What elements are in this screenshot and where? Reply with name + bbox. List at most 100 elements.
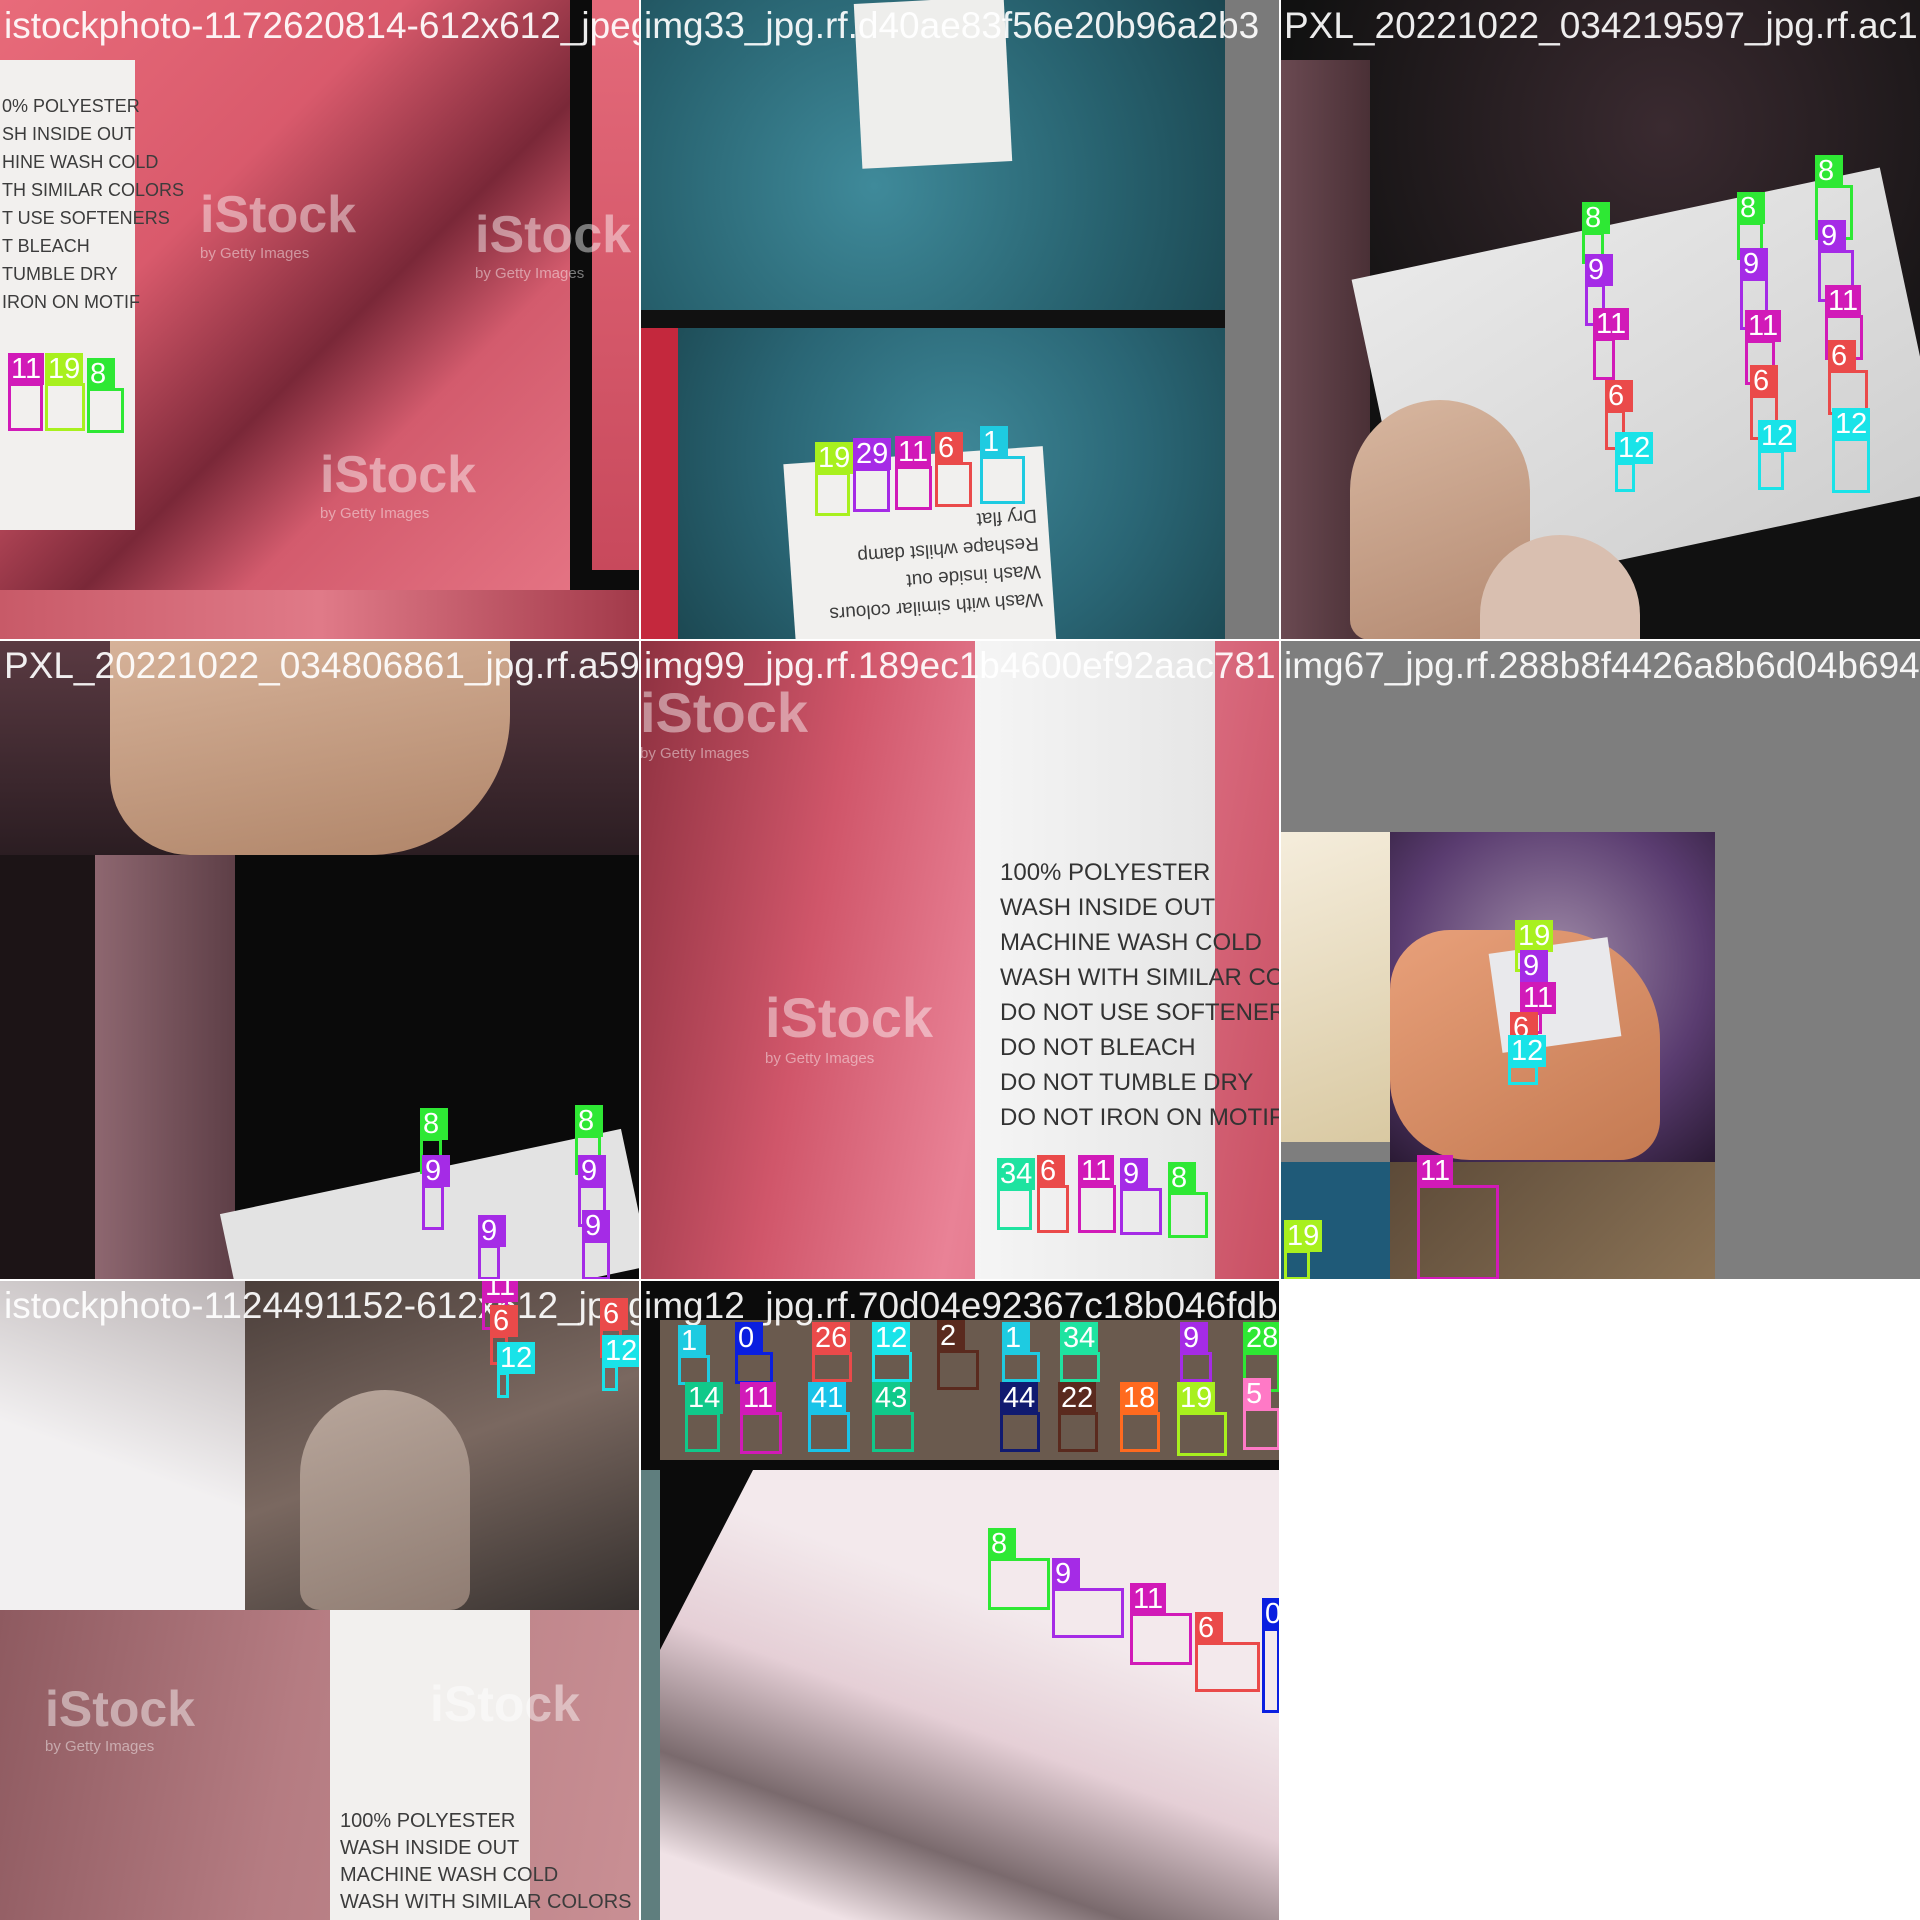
detection-box: 43 xyxy=(872,1382,914,1452)
label-line: IRON ON MOTIF xyxy=(2,292,140,312)
watermark: iStock by Getty Images xyxy=(320,446,477,522)
detection-box: 6 xyxy=(1037,1155,1069,1233)
tile-3: PXL_20221022_034806861_jpg.rf.a599c 8 9 … xyxy=(0,640,640,1280)
detection-box: 9 xyxy=(1180,1322,1212,1382)
detection-label: 6 xyxy=(490,1305,518,1337)
grid-divider xyxy=(639,0,641,1920)
watermark: iStock by Getty Images xyxy=(475,206,632,282)
label-line: HINE WASH COLD xyxy=(2,152,159,172)
detection-box: 9 xyxy=(1052,1558,1124,1638)
detection-label: 41 xyxy=(808,1382,847,1414)
detection-box: 11 xyxy=(740,1382,782,1454)
detection-label: 9 xyxy=(478,1215,506,1247)
detection-label: 19 xyxy=(1177,1382,1216,1414)
detection-label: 28 xyxy=(1243,1322,1280,1354)
detection-box: 8 xyxy=(1168,1162,1208,1238)
detection-label: 19 xyxy=(815,442,854,474)
label-line: TUMBLE DRY xyxy=(2,264,118,284)
detection-box: 44 xyxy=(1000,1382,1040,1452)
detection-label: 9 xyxy=(1740,248,1768,280)
detection-label: 44 xyxy=(1000,1382,1039,1414)
watermark: iStock by Getty Images xyxy=(640,681,809,762)
detection-label: 2 xyxy=(937,1320,965,1352)
detection-label: 11 xyxy=(1520,982,1557,1014)
detection-label: 6 xyxy=(1037,1155,1065,1187)
detection-box: 2 xyxy=(937,1320,979,1390)
detection-label: 8 xyxy=(1582,202,1610,234)
detection-label: 11 xyxy=(8,353,45,385)
detection-label: 11 xyxy=(1745,310,1782,342)
photo-left xyxy=(1280,832,1390,1142)
detection-box: 1 xyxy=(980,426,1025,504)
detection-label: 8 xyxy=(988,1528,1016,1560)
detection-box: 1 xyxy=(1002,1322,1040,1382)
detection-label: 9 xyxy=(1818,220,1846,252)
detection-label: 8 xyxy=(1815,155,1843,187)
label-line: TH SIMILAR COLORS xyxy=(2,180,185,200)
label-line: DO NOT TUMBLE DRY xyxy=(1000,1069,1254,1096)
detection-box: 5 xyxy=(1243,1378,1280,1450)
detection-box: 11 xyxy=(8,353,45,431)
detection-box: 9 xyxy=(582,1210,610,1280)
label-line: DO NOT BLEACH xyxy=(1000,1034,1196,1061)
detection-label: 8 xyxy=(420,1108,448,1140)
tile-title: istockphoto-1172620814-612x612_jpeg_jpg.… xyxy=(4,5,640,46)
detection-label: 6 xyxy=(935,432,963,464)
detection-label: 12 xyxy=(602,1335,640,1367)
detection-label: 26 xyxy=(812,1322,851,1354)
detection-label: 9 xyxy=(1052,1558,1080,1590)
label-line: DO NOT USE SOFTENERS xyxy=(1000,999,1280,1026)
detection-label: 12 xyxy=(1615,432,1654,464)
detection-box: 26 xyxy=(812,1322,852,1382)
tile-6: 100% POLYESTER WASH INSIDE OUT MACHINE W… xyxy=(0,1280,640,1920)
detection-box: 0 xyxy=(735,1322,773,1384)
paper-photo xyxy=(0,1280,245,1610)
detection-label: 9 xyxy=(578,1155,606,1187)
detection-label: 18 xyxy=(1120,1382,1159,1414)
detection-box: 18 xyxy=(1120,1382,1160,1452)
watermark: iStock by Getty Images xyxy=(45,1681,196,1755)
detection-box: 22 xyxy=(1058,1382,1098,1452)
detection-box: 12 xyxy=(1758,420,1797,490)
detection-box: 9 xyxy=(1120,1158,1162,1235)
detection-box: 11 xyxy=(1130,1583,1192,1665)
tile-title: img67_jpg.rf.288b8f4426a8b6d04b694 xyxy=(1284,645,1920,686)
detection-box: 6 xyxy=(1195,1612,1260,1692)
detection-label: 8 xyxy=(1737,192,1765,224)
detection-label: 9 xyxy=(1120,1158,1148,1190)
grid-divider xyxy=(1279,0,1281,1920)
tile-title: img33_jpg.rf.d40ae83f56e20b96a2b3 xyxy=(644,5,1260,46)
detection-label: 11 xyxy=(1417,1155,1454,1187)
detection-label: 29 xyxy=(853,438,892,470)
detection-box: 41 xyxy=(808,1382,850,1452)
tile-2: PXL_20221022_034219597_jpg.rf.ac1 8 9 11… xyxy=(1280,0,1920,640)
detection-box: 19 xyxy=(1177,1382,1227,1456)
detection-box: 12 xyxy=(1615,432,1654,492)
detection-label: 12 xyxy=(1508,1035,1547,1067)
detection-label: 19 xyxy=(45,353,84,385)
detection-label: 8 xyxy=(87,358,115,390)
label-line: T BLEACH xyxy=(2,236,90,256)
detection-label: 11 xyxy=(740,1382,777,1414)
detection-box: 29 xyxy=(853,438,892,512)
label-line: SH INSIDE OUT xyxy=(2,124,136,144)
detection-label: 19 xyxy=(1515,920,1554,952)
grid-divider xyxy=(0,639,1920,641)
label-line: WASH WITH SIMILAR COLORS xyxy=(340,1891,632,1913)
care-label-text: 100% POLYESTER WASH INSIDE OUT MACHINE W… xyxy=(1000,855,1280,1135)
tile-empty xyxy=(1280,1280,1920,1920)
detection-label: 6 xyxy=(1750,365,1778,397)
detection-label: 11 xyxy=(1078,1155,1115,1187)
detection-label: 1 xyxy=(678,1325,706,1357)
detection-box: 9 xyxy=(422,1155,450,1230)
care-label-text: 0% POLYESTER SH INSIDE OUT HINE WASH COL… xyxy=(2,92,184,316)
detection-box: 6 xyxy=(935,432,972,507)
detection-label: 14 xyxy=(685,1382,724,1414)
image-mosaic: 0% POLYESTER SH INSIDE OUT HINE WASH COL… xyxy=(0,0,1920,1920)
tile-title: img99_jpg.rf.189ec1b4600ef92aac781 xyxy=(644,645,1276,686)
detection-label: 34 xyxy=(997,1158,1036,1190)
detection-label: 11 xyxy=(895,436,932,468)
detection-box: 11 xyxy=(1593,308,1630,380)
care-label-text: Wash with similar colours Wash inside ou… xyxy=(823,500,1044,627)
detection-label: 9 xyxy=(1520,950,1548,982)
